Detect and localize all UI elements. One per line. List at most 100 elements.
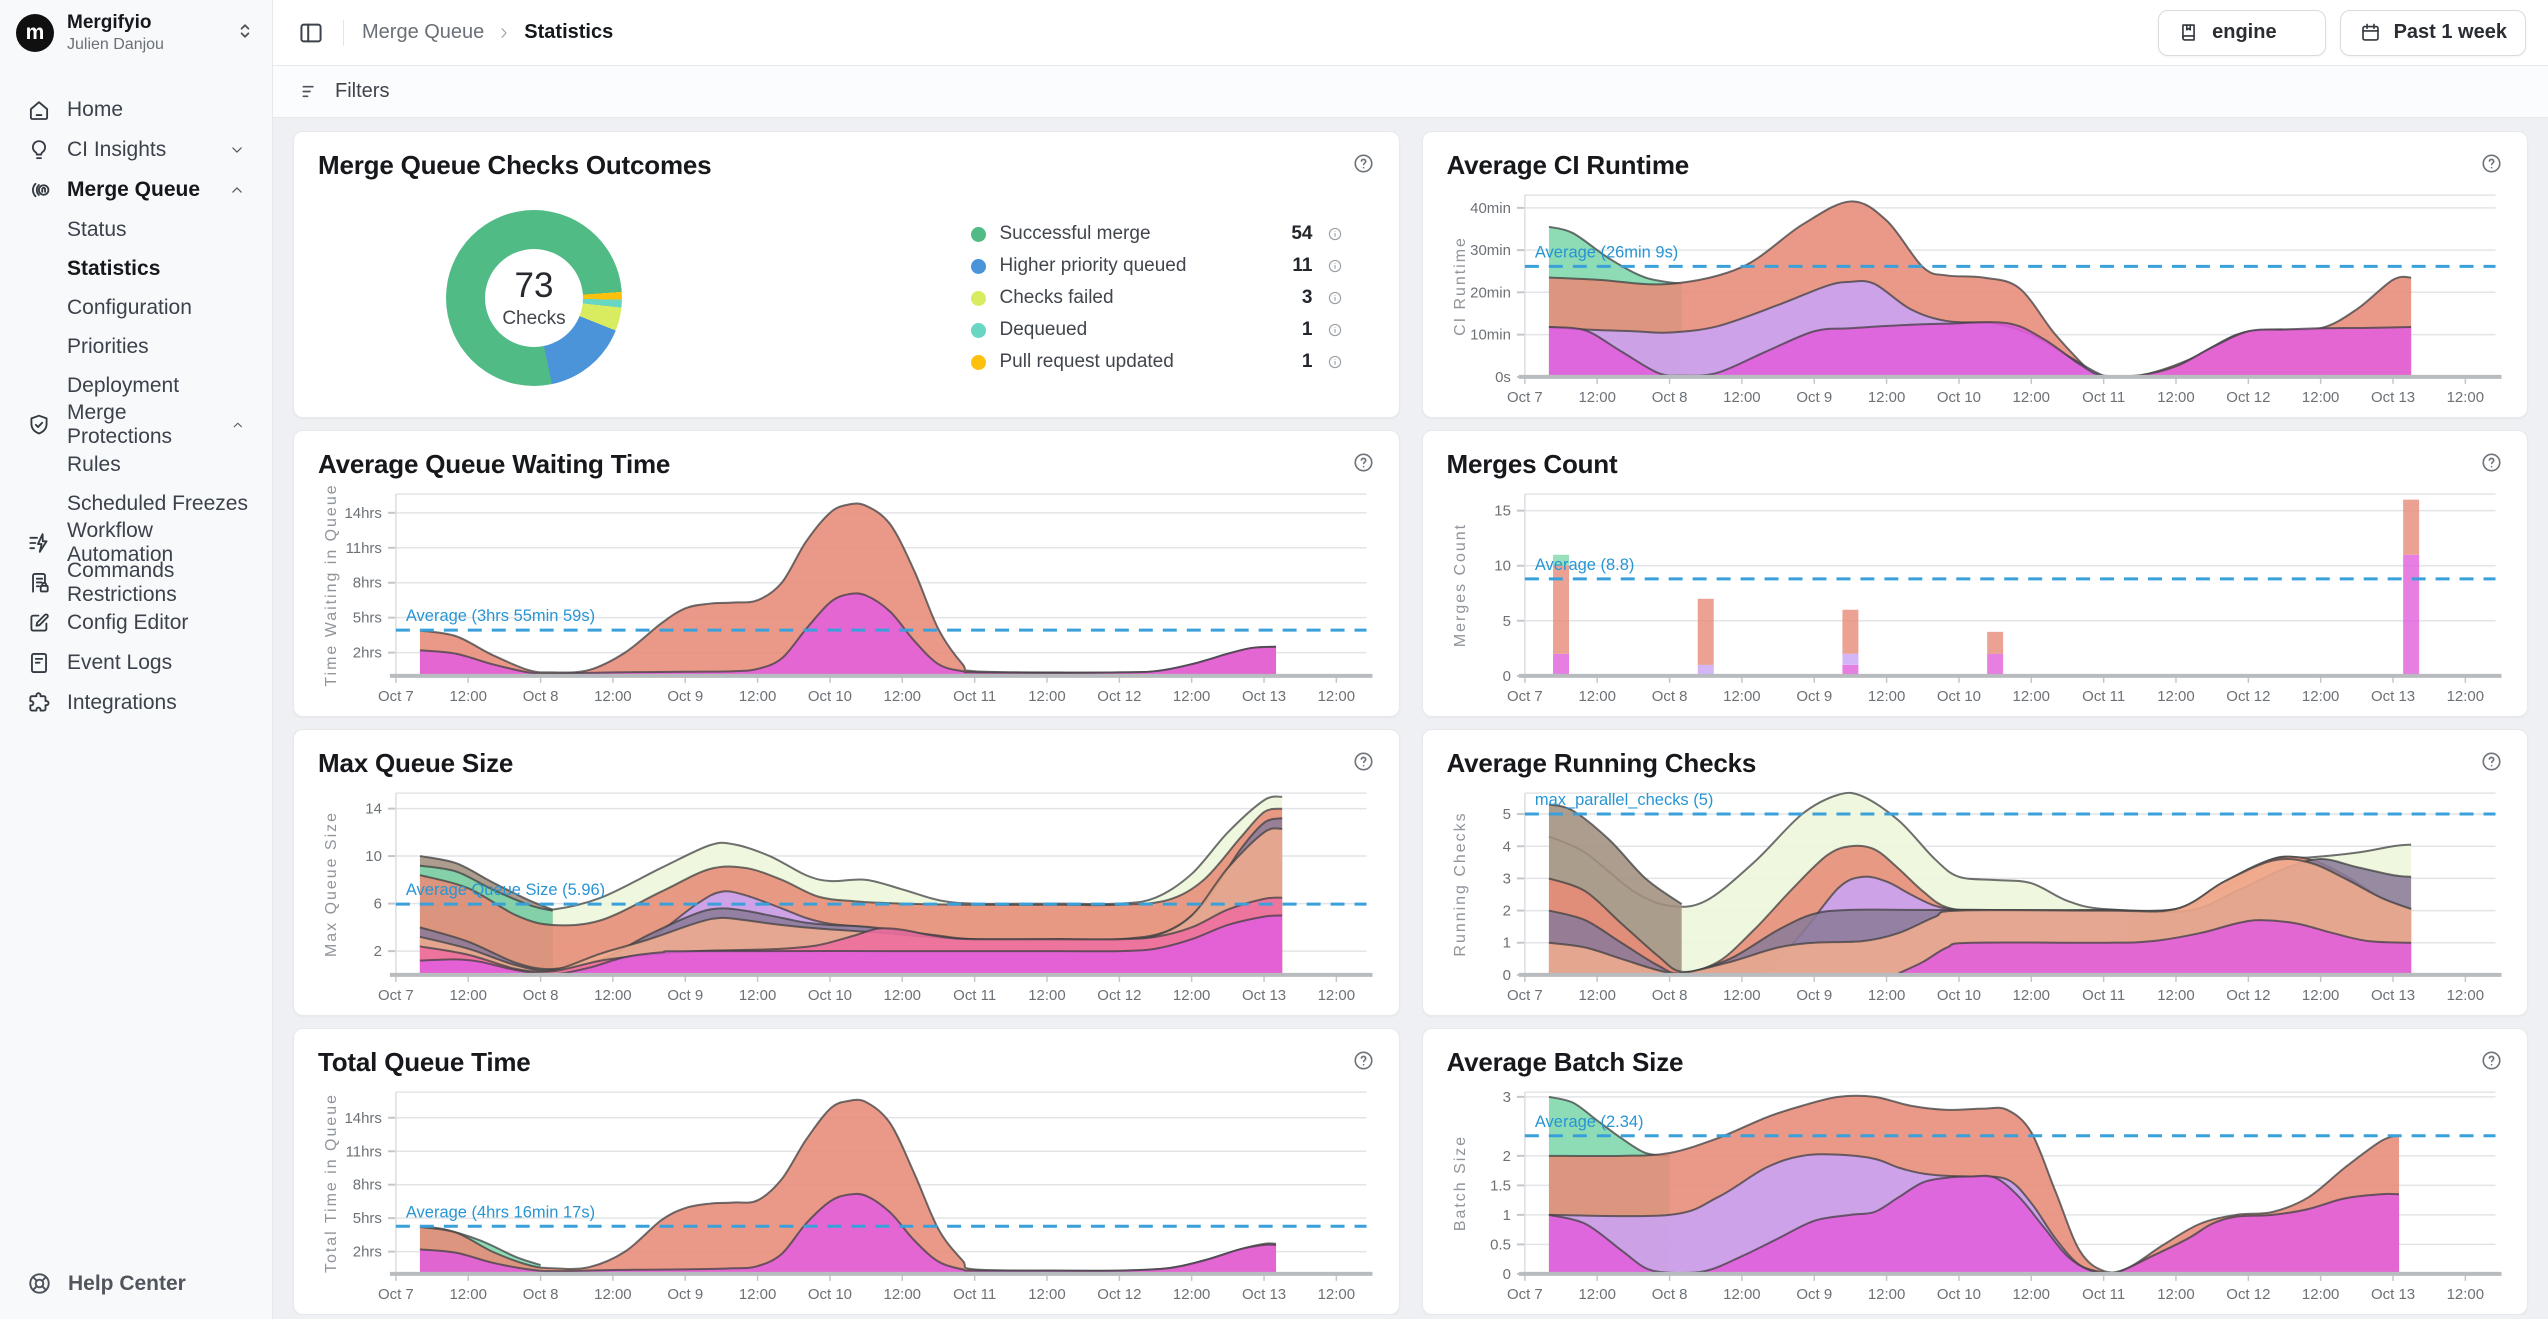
x-tick-label: 12:00 xyxy=(2446,987,2483,1004)
card-batch-size: Average Batch Size00.511.523Oct 712:00Oc… xyxy=(1422,1028,2529,1315)
x-tick-label: 12:00 xyxy=(2012,1286,2049,1303)
sidebar-item-merge-queue[interactable]: Merge Queue xyxy=(14,170,258,210)
x-tick-label: 12:00 xyxy=(1867,688,1904,705)
x-tick-label: 12:00 xyxy=(594,1286,631,1303)
sidebar-subitem-configuration[interactable]: Configuration xyxy=(14,288,258,327)
x-tick-label: 12:00 xyxy=(2301,688,2338,705)
help-icon[interactable] xyxy=(1352,152,1375,175)
x-tick-label: 12:00 xyxy=(1173,688,1210,705)
shield-icon xyxy=(26,412,52,438)
info-icon[interactable] xyxy=(1327,354,1343,370)
x-tick-label: Oct 11 xyxy=(2082,688,2125,705)
pie-legend: Successful merge54 Higher priority queued… xyxy=(971,213,1343,383)
x-tick-label: Oct 11 xyxy=(2082,389,2125,406)
help-icon[interactable] xyxy=(2480,451,2503,474)
help-icon[interactable] xyxy=(1352,451,1375,474)
filters-bar: Filters xyxy=(273,66,2548,118)
info-icon[interactable] xyxy=(1327,322,1343,338)
sidebar-subitem-priorities[interactable]: Priorities xyxy=(14,327,258,366)
bar-segment xyxy=(1987,654,2003,676)
y-tick-label: 20min xyxy=(1470,284,1511,301)
card-body: 2hrs5hrs8hrs11hrs14hrsOct 712:00Oct 812:… xyxy=(318,480,1375,714)
donut-total-label: Checks xyxy=(502,308,565,330)
time-range-label: Past 1 week xyxy=(2394,21,2507,44)
legend-row[interactable]: Successful merge54 xyxy=(971,223,1343,245)
card-title: Max Queue Size xyxy=(318,748,513,779)
card-title: Merge Queue Checks Outcomes xyxy=(318,150,711,181)
legend-row[interactable]: Higher priority queued11 xyxy=(971,255,1343,277)
y-tick-label: 2hrs xyxy=(353,645,382,662)
sidebar-item-workflow-automation[interactable]: Workflow Automation xyxy=(14,523,258,563)
info-icon[interactable] xyxy=(1327,290,1343,306)
help-center-button[interactable]: Help Center xyxy=(26,1270,186,1297)
sidebar-toggle-icon[interactable] xyxy=(297,19,325,47)
legend-value: 1 xyxy=(1302,351,1313,373)
sidebar-item-integrations[interactable]: Integrations xyxy=(14,683,258,723)
help-icon[interactable] xyxy=(1352,1049,1375,1072)
sidebar-item-event-logs[interactable]: Event Logs xyxy=(14,643,258,683)
legend-row[interactable]: Checks failed3 xyxy=(971,287,1343,309)
sidebar-subitem-scheduled-freezes[interactable]: Scheduled Freezes xyxy=(14,484,258,523)
sidebar-item-config-editor[interactable]: Config Editor xyxy=(14,603,258,643)
y-tick-label: 0 xyxy=(1502,1266,1510,1283)
sidebar-subitem-deployment[interactable]: Deployment xyxy=(14,366,258,405)
org-switcher[interactable]: m Mergifyio Julien Danjou xyxy=(0,0,272,66)
y-axis-title: Time Waiting in Queue xyxy=(323,484,340,687)
repo-selector-button[interactable]: engine xyxy=(2158,10,2325,56)
x-tick-label: 12:00 xyxy=(1578,1286,1615,1303)
chart-ci-runtime[interactable]: 0s10min20min30min40minOct 712:00Oct 812:… xyxy=(1447,185,2504,411)
app-root: m Mergifyio Julien Danjou HomeCI Insight… xyxy=(0,0,2548,1319)
x-tick-label: 12:00 xyxy=(884,688,921,705)
x-tick-label: Oct 9 xyxy=(1796,389,1832,406)
y-tick-label: 3 xyxy=(1502,1089,1510,1106)
chart-merges-count[interactable]: 051015Oct 712:00Oct 812:00Oct 912:00Oct … xyxy=(1447,484,2504,710)
sidebar-item-ci-insights[interactable]: CI Insights xyxy=(14,130,258,170)
help-icon[interactable] xyxy=(2480,750,2503,773)
y-tick-label: 3 xyxy=(1502,870,1510,887)
x-tick-label: Oct 7 xyxy=(1506,1286,1542,1303)
chart-running-checks[interactable]: 012345Oct 712:00Oct 812:00Oct 912:00Oct … xyxy=(1447,783,2504,1009)
x-tick-label: 12:00 xyxy=(1723,688,1760,705)
card-header: Average Batch Size xyxy=(1447,1047,2504,1078)
legend-row[interactable]: Dequeued1 xyxy=(971,319,1343,341)
filter-lines-icon[interactable] xyxy=(299,80,322,103)
x-tick-label: Oct 10 xyxy=(1936,688,1980,705)
edit-icon xyxy=(26,610,52,636)
x-tick-label: 12:00 xyxy=(2157,987,2194,1004)
donut-chart[interactable]: 73Checks xyxy=(446,210,622,386)
info-icon[interactable] xyxy=(1327,226,1343,242)
help-icon[interactable] xyxy=(1352,750,1375,773)
card-body: 051015Oct 712:00Oct 812:00Oct 912:00Oct … xyxy=(1447,480,2504,714)
queue-icon xyxy=(26,177,52,203)
breadcrumb-parent[interactable]: Merge Queue xyxy=(362,21,484,44)
sidebar-subitem-rules[interactable]: Rules xyxy=(14,445,258,484)
y-axis-title: Max Queue Size xyxy=(323,811,340,957)
chart-batch-size[interactable]: 00.511.523Oct 712:00Oct 812:00Oct 912:00… xyxy=(1447,1082,2504,1308)
y-tick-label: 2hrs xyxy=(353,1244,382,1261)
sidebar-nav: HomeCI InsightsMerge QueueStatusStatisti… xyxy=(0,66,272,723)
legend-label: Successful merge xyxy=(1000,223,1278,245)
x-tick-label: 12:00 xyxy=(1867,987,1904,1004)
legend-row[interactable]: Pull request updated1 xyxy=(971,351,1343,373)
info-icon[interactable] xyxy=(1327,258,1343,274)
sidebar-subitem-status[interactable]: Status xyxy=(14,210,258,249)
chart-queue-waiting-time[interactable]: 2hrs5hrs8hrs11hrs14hrsOct 712:00Oct 812:… xyxy=(318,484,1375,710)
sidebar-subitem-statistics[interactable]: Statistics xyxy=(14,249,258,288)
x-tick-label: Oct 7 xyxy=(1506,389,1542,406)
help-icon[interactable] xyxy=(2480,1049,2503,1072)
help-icon[interactable] xyxy=(2480,152,2503,175)
chart-total-queue-time[interactable]: 2hrs5hrs8hrs11hrs14hrsOct 712:00Oct 812:… xyxy=(318,1082,1375,1308)
org-avatar: m xyxy=(16,14,54,52)
y-tick-label: 5 xyxy=(1502,613,1510,630)
time-range-button[interactable]: Past 1 week xyxy=(2340,10,2526,56)
chevron-updown-icon[interactable] xyxy=(234,20,256,47)
x-tick-label: 12:00 xyxy=(1318,688,1355,705)
average-label: Average (4hrs 16min 17s) xyxy=(406,1203,595,1221)
sidebar-item-commands-restrictions[interactable]: Commands Restrictions xyxy=(14,563,258,603)
filters-label[interactable]: Filters xyxy=(335,80,389,103)
sidebar-item-merge-protections[interactable]: Merge Protections xyxy=(14,405,258,445)
sidebar-item-home[interactable]: Home xyxy=(14,90,258,130)
y-axis-title: CI Runtime xyxy=(1451,236,1468,336)
area-series-magenta xyxy=(420,593,1276,675)
chart-max-queue-size[interactable]: 261014Oct 712:00Oct 812:00Oct 912:00Oct … xyxy=(318,783,1375,1009)
